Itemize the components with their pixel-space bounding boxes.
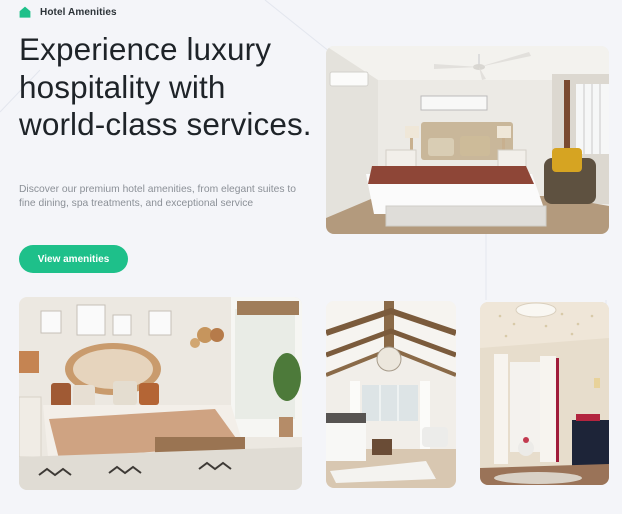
hotel-bedroom-photo: [326, 46, 609, 234]
page-title: Experience luxury hospitality with world…: [19, 31, 312, 142]
brand-name: Hotel Amenities: [40, 6, 117, 18]
amenities-page: Hotel Amenities Experience luxury hospit…: [0, 0, 622, 514]
hero-description: Discover our premium hotel amenities, fr…: [19, 184, 296, 209]
ornate-room-photo: [480, 302, 609, 485]
brand[interactable]: Hotel Amenities: [19, 6, 117, 18]
house-icon: [19, 6, 31, 18]
view-amenities-button[interactable]: View amenities: [19, 245, 128, 273]
vaulted-bedroom-photo: [326, 301, 456, 488]
boho-bedroom-photo: [19, 297, 302, 490]
